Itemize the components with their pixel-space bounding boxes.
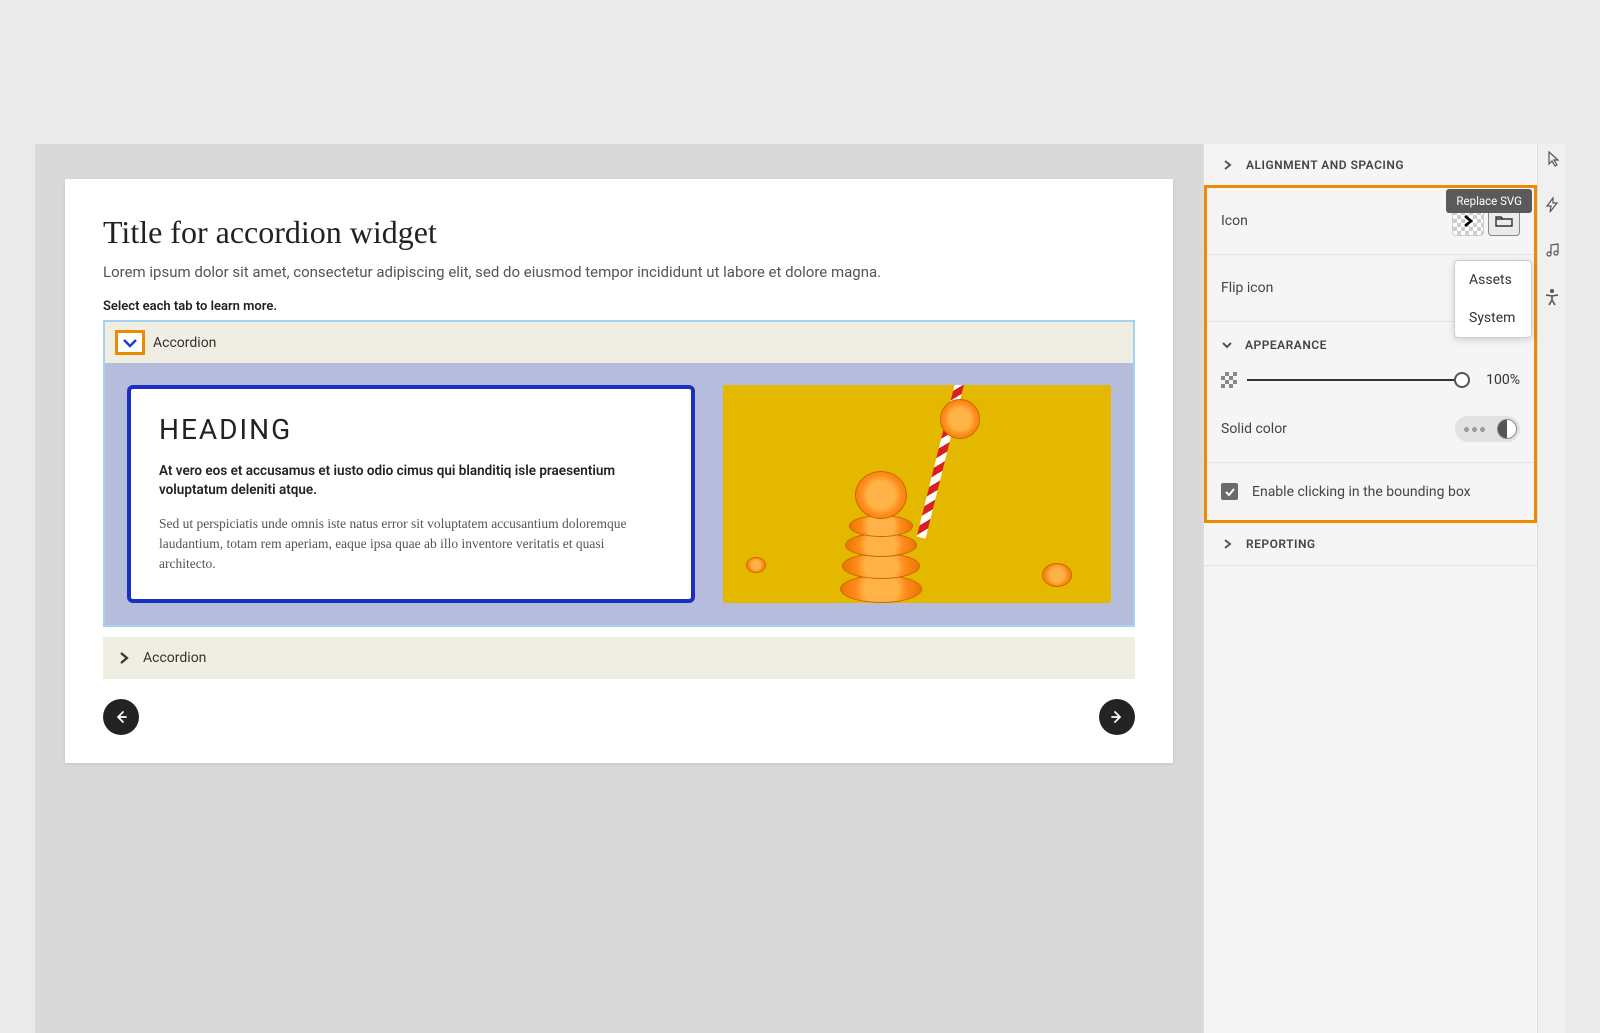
replace-svg-dropdown: Assets System <box>1454 260 1532 338</box>
section-label: ALIGNMENT AND SPACING <box>1246 158 1404 172</box>
slider-thumb[interactable] <box>1454 372 1470 388</box>
card-heading: HEADING <box>159 413 663 446</box>
page-instruction: Select each tab to learn more. <box>103 299 1135 314</box>
flip-icon-label: Flip icon <box>1221 280 1273 296</box>
page-preview: Title for accordion widget Lorem ipsum d… <box>65 179 1173 763</box>
properties-panel: ALIGNMENT AND SPACING Replace SVG Icon <box>1203 144 1565 1033</box>
image-block[interactable] <box>723 385 1111 603</box>
chevron-down-icon <box>122 337 138 349</box>
enable-click-row: Enable clicking in the bounding box <box>1207 463 1534 520</box>
replace-svg-tooltip: Replace SVG <box>1446 189 1532 213</box>
accordion-chevron-selected[interactable] <box>115 330 145 355</box>
accordion-label: Accordion <box>143 650 206 666</box>
accordion-closed[interactable]: Accordion <box>103 637 1135 679</box>
color-swatch-icon[interactable] <box>1497 419 1517 439</box>
arrow-left-icon <box>113 709 129 725</box>
section-label: REPORTING <box>1246 537 1316 551</box>
next-button[interactable] <box>1099 699 1135 735</box>
chevron-right-icon <box>1222 538 1234 550</box>
more-dots-icon[interactable] <box>1458 427 1491 432</box>
orange-piece <box>746 557 766 573</box>
accordion-label: Accordion <box>153 335 216 351</box>
cursor-icon[interactable] <box>1543 150 1561 168</box>
check-icon <box>1224 486 1236 498</box>
prev-button[interactable] <box>103 699 139 735</box>
card-bold-text: At vero eos et accusamus et iusto odio c… <box>159 462 663 500</box>
icon-label: Icon <box>1221 213 1248 229</box>
enable-click-label: Enable clicking in the bounding box <box>1252 484 1471 500</box>
color-control[interactable] <box>1455 416 1520 442</box>
dropdown-item-system[interactable]: System <box>1455 299 1531 337</box>
content-card[interactable]: HEADING At vero eos et accusamus et iust… <box>127 385 695 603</box>
page-subtitle: Lorem ipsum dolor sit amet, consectetur … <box>103 263 1135 281</box>
section-alignment-spacing[interactable]: ALIGNMENT AND SPACING <box>1204 144 1537 187</box>
page-title: Title for accordion widget <box>103 214 1135 251</box>
accordion-open[interactable]: Accordion HEADING At vero eos et accusam… <box>103 320 1135 627</box>
highlighted-section: Replace SVG Icon Assets System <box>1204 185 1537 523</box>
accessibility-icon[interactable] <box>1543 288 1561 306</box>
dropdown-item-assets[interactable]: Assets <box>1455 261 1531 299</box>
opacity-slider[interactable] <box>1247 379 1462 381</box>
chevron-right-icon <box>1222 159 1234 171</box>
chevron-down-icon <box>1221 339 1233 351</box>
opacity-value: 100% <box>1472 372 1520 388</box>
enable-click-checkbox[interactable] <box>1221 483 1238 500</box>
card-body-text: Sed ut perspiciatis unde omnis iste natu… <box>159 514 663 575</box>
orange-piece <box>940 399 980 439</box>
chevron-right-icon <box>117 651 131 665</box>
opacity-row: 100% <box>1207 362 1534 406</box>
appearance-label: APPEARANCE <box>1245 338 1327 352</box>
music-icon[interactable] <box>1543 242 1561 260</box>
orange-piece <box>1042 563 1072 587</box>
accordion-header[interactable]: Accordion <box>105 322 1133 363</box>
arrow-right-icon <box>1109 709 1125 725</box>
right-rail <box>1537 144 1565 1033</box>
solid-color-label: Solid color <box>1221 421 1287 437</box>
solid-color-row: Solid color <box>1207 406 1534 463</box>
accordion-body: HEADING At vero eos et accusamus et iust… <box>105 363 1133 625</box>
lightning-icon[interactable] <box>1543 196 1561 214</box>
nav-row <box>103 679 1135 735</box>
orange-stack <box>840 450 976 602</box>
folder-icon <box>1495 214 1513 228</box>
chevron-right-icon <box>1461 214 1475 228</box>
transparency-icon <box>1221 372 1237 388</box>
canvas-area: Title for accordion widget Lorem ipsum d… <box>35 144 1203 1033</box>
section-reporting[interactable]: REPORTING <box>1204 523 1537 566</box>
